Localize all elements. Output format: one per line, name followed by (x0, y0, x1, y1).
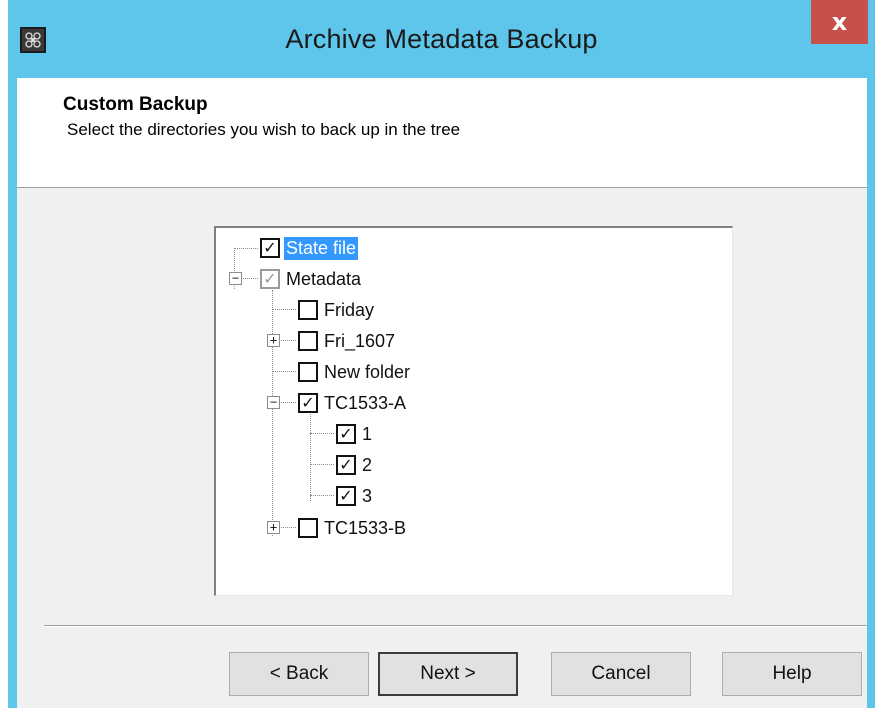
page-subtitle: Select the directories you wish to back … (67, 120, 461, 139)
tree-connector (310, 464, 334, 465)
item-1-checkbox[interactable]: ✓ (336, 424, 356, 444)
tree-item-2[interactable]: ✓ 2 (336, 452, 374, 478)
tree-connector (272, 371, 296, 372)
expand-fri-1607-icon[interactable]: + (267, 334, 280, 347)
next-button[interactable]: Next > (378, 652, 518, 696)
tree-connector (310, 433, 334, 434)
tree-item-label: 2 (362, 454, 373, 475)
close-button[interactable]: x (811, 0, 868, 44)
directory-tree[interactable]: − + − + ✓ State file ✓ Metadata Friday F… (214, 226, 733, 596)
tree-connector (310, 414, 311, 501)
tree-connector (272, 309, 296, 310)
footer-divider (44, 625, 867, 627)
tree-connector (240, 278, 258, 279)
cancel-button[interactable]: Cancel (551, 652, 691, 696)
tc1533-b-checkbox[interactable] (298, 518, 318, 538)
tree-item-label: 3 (362, 485, 373, 506)
tree-item-fri-1607[interactable]: Fri_1607 (298, 328, 397, 354)
close-icon: x (831, 8, 848, 36)
tree-connector (279, 402, 296, 403)
back-button[interactable]: < Back (229, 652, 369, 696)
tree-item-metadata[interactable]: ✓ Metadata (260, 266, 363, 292)
wizard-header: Custom Backup Select the directories you… (17, 78, 867, 188)
metadata-checkbox[interactable]: ✓ (260, 269, 280, 289)
tree-item-label: TC1533-A (324, 392, 407, 413)
tree-item-label: Fri_1607 (324, 330, 396, 351)
friday-checkbox[interactable] (298, 300, 318, 320)
dialog-window: Archive Metadata Backup x Custom Backup … (8, 0, 875, 708)
tree-connector (234, 248, 258, 249)
page-title: Custom Backup (63, 94, 208, 115)
tc1533-a-checkbox[interactable]: ✓ (298, 393, 318, 413)
tree-item-label: TC1533-B (324, 517, 407, 538)
tree-connector (279, 340, 296, 341)
tree-item-new-folder[interactable]: New folder (298, 359, 412, 385)
tree-item-label: 1 (362, 423, 373, 444)
tree-item-label: State file (284, 236, 359, 260)
tree-item-3[interactable]: ✓ 3 (336, 483, 374, 509)
tree-item-label: Friday (324, 299, 375, 320)
collapse-metadata-icon[interactable]: − (229, 272, 242, 285)
tree-item-1[interactable]: ✓ 1 (336, 421, 374, 447)
title-bar[interactable]: Archive Metadata Backup x (8, 0, 875, 78)
expand-tc1533-b-icon[interactable]: + (267, 521, 280, 534)
tree-item-tc1533-a[interactable]: ✓ TC1533-A (298, 390, 408, 416)
fri-1607-checkbox[interactable] (298, 331, 318, 351)
tree-item-tc1533-b[interactable]: TC1533-B (298, 515, 408, 541)
tree-connector (279, 527, 296, 528)
tree-item-state-file[interactable]: ✓ State file (260, 235, 359, 261)
window-title: Archive Metadata Backup (285, 24, 598, 54)
state-file-checkbox[interactable]: ✓ (260, 238, 280, 258)
tree-item-label: New folder (324, 361, 411, 382)
tree-item-label: Metadata (286, 268, 362, 289)
tree-connector (310, 495, 334, 496)
item-3-checkbox[interactable]: ✓ (336, 486, 356, 506)
collapse-tc1533-a-icon[interactable]: − (267, 396, 280, 409)
item-2-checkbox[interactable]: ✓ (336, 455, 356, 475)
wizard-body: Custom Backup Select the directories you… (17, 78, 867, 708)
help-button[interactable]: Help (722, 652, 862, 696)
tree-connector (272, 290, 273, 536)
tree-item-friday[interactable]: Friday (298, 297, 376, 323)
new-folder-checkbox[interactable] (298, 362, 318, 382)
